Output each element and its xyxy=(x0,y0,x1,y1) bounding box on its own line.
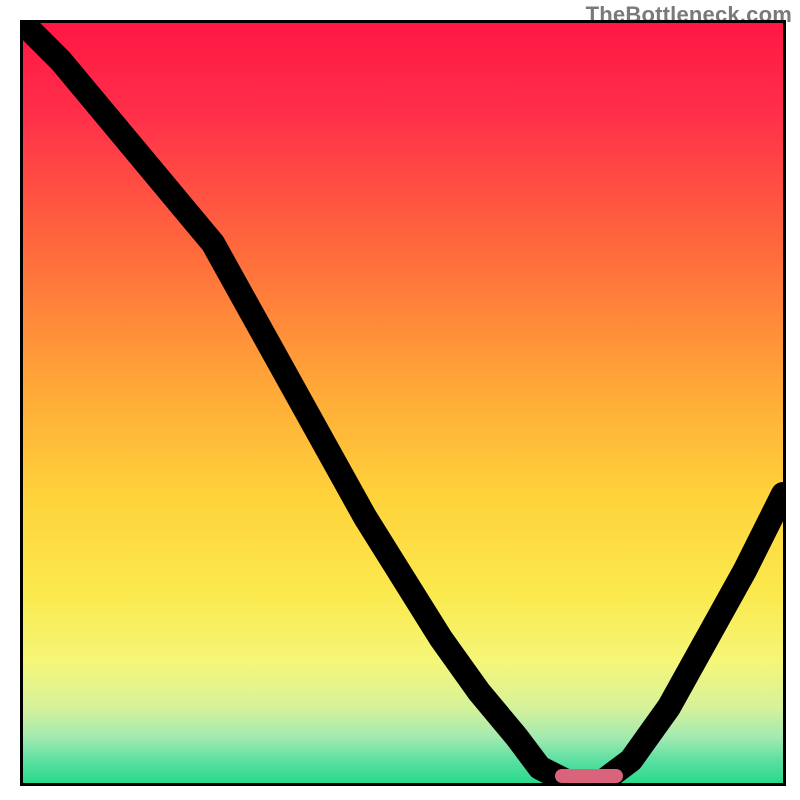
optimal-range-marker xyxy=(555,769,623,783)
chart-plot-area xyxy=(20,20,786,786)
chart-curve-svg xyxy=(23,23,783,783)
bottleneck-curve xyxy=(23,23,783,783)
